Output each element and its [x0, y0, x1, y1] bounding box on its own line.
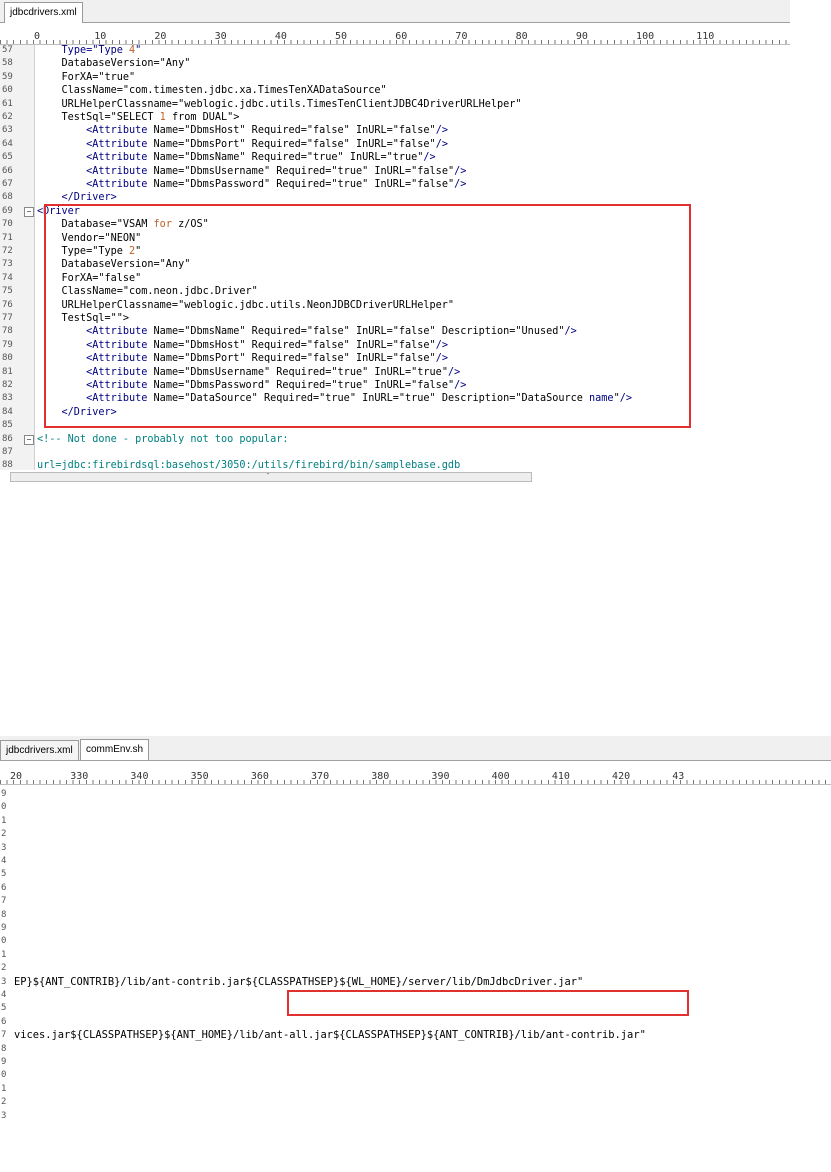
code-token: from DUAL"> [165, 112, 240, 123]
highlight-box-classpath [287, 990, 689, 1016]
line-number: 57 [2, 45, 13, 55]
code-line: url=jdbc:firebirdsql:basehost/3050:/util… [37, 459, 460, 470]
line-number: 66 [2, 165, 13, 176]
code-token: <Attribute [37, 152, 154, 164]
line-number: 84 [2, 406, 13, 417]
fold-toggle-icon[interactable]: − [24, 434, 34, 445]
code-line: <Attribute Name="DbmsPort" Required="fal… [37, 138, 448, 151]
highlight-box-driver [44, 204, 691, 428]
line-number: 81 [2, 366, 13, 377]
line-number: 82 [2, 380, 13, 390]
code-token: ForXA="true" [37, 71, 136, 83]
code-token: TestSql="SELECT [37, 112, 160, 123]
line-number: 60 [2, 85, 13, 96]
code-editor[interactable]: EP}${ANT_CONTRIB}/lib/ant-contrib.jar${C… [14, 788, 831, 1172]
code-line: ForXA="true" [37, 71, 136, 84]
line-number: 85 [2, 420, 13, 431]
code-token: Name="DbmsPassword" Required="true" InUR… [153, 179, 455, 190]
code-token: Name="DbmsUsername" Required="true" InUR… [153, 165, 455, 177]
line-number: 71 [2, 232, 13, 243]
code-line: <Attribute Name="DbmsUsername" Required=… [37, 165, 466, 178]
code-token: /> [454, 165, 467, 177]
tab-jdbcdrivers-xml[interactable]: jdbcdrivers.xml [0, 740, 79, 760]
line-number: 58 [2, 58, 13, 69]
code-token: <!-- Not done - probably not too popular… [37, 433, 289, 445]
line-number: 73 [2, 259, 13, 270]
code-token: <Attribute [37, 138, 154, 150]
code-line: <!-- Not done - probably not too popular… [37, 433, 288, 446]
scrollbar-grip-icon[interactable]: ″ [266, 473, 270, 480]
line-number: 72 [2, 246, 13, 256]
line-number: 87 [2, 447, 13, 457]
line-number: 83 [2, 393, 13, 404]
column-ruler: 20 330 340 350 360 370 380 390 400 410 4… [0, 772, 831, 785]
line-number: 74 [2, 272, 13, 283]
code-token: URLHelperClassname="weblogic.jdbc.utils.… [37, 98, 522, 110]
tab-bar: jdbcdrivers.xml commEnv.sh [0, 736, 831, 761]
code-token: </Driver> [37, 192, 117, 204]
line-number: 65 [2, 152, 13, 163]
line-number: 69 [2, 205, 13, 216]
tab-jdbcdrivers-xml[interactable]: jdbcdrivers.xml [4, 2, 83, 23]
code-token: /> [435, 125, 448, 137]
code-line: Type="Type 4" [37, 44, 142, 57]
line-number: 68 [2, 192, 13, 203]
code-line: ClassName="com.timesten.jdbc.xa.TimesTen… [37, 84, 387, 97]
ruler-ticks [0, 780, 831, 784]
code-token: Name="DbmsPort" Required="false" InURL="… [153, 138, 436, 150]
code-token: Name="DbmsHost" Required="false" InURL="… [153, 125, 436, 137]
code-token: <Attribute [37, 125, 154, 137]
code-token: ClassName="com.timesten.jdbc.xa.TimesTen… [37, 85, 387, 97]
code-token: "Type [92, 45, 130, 56]
code-token: /> [454, 179, 467, 190]
code-line: EP}${ANT_CONTRIB}/lib/ant-contrib.jar${C… [14, 975, 584, 988]
code-line: URLHelperClassname="weblogic.jdbc.utils.… [37, 98, 522, 111]
code-line: <Attribute Name="DbmsName" Required="tru… [37, 151, 436, 164]
line-number: 86 [2, 433, 13, 444]
line-number: 88 [2, 460, 13, 470]
tab-bar: jdbcdrivers.xml [0, 0, 790, 23]
tab-commenv-sh[interactable]: commEnv.sh [80, 739, 150, 760]
code-token: Name="DbmsName" Required="true" InURL="t… [153, 152, 424, 164]
line-number: 62 [2, 112, 13, 122]
line-number: 75 [2, 286, 13, 297]
code-token: url=jdbc:firebirdsql:basehost/3050:/util… [37, 460, 461, 470]
line-number: 67 [2, 179, 13, 189]
line-number: 77 [2, 313, 13, 323]
code-line: DatabaseVersion="Any" [37, 57, 191, 70]
fold-toggle-icon[interactable]: − [24, 206, 34, 217]
code-line: </Driver> [37, 191, 117, 204]
editor-window-jdbcdrivers: jdbcdrivers.xml 0 10 20 30 40 50 60 70 8… [0, 0, 790, 482]
line-number: 78 [2, 326, 13, 337]
editor-window-commenv: jdbcdrivers.xml commEnv.sh 20 330 340 35… [0, 736, 831, 1172]
line-number: 64 [2, 138, 13, 149]
line-number: 59 [2, 71, 13, 82]
line-number: 61 [2, 98, 13, 109]
horizontal-scrollbar[interactable]: ″ [10, 472, 532, 482]
code-token: " [135, 45, 142, 56]
code-line: vices.jar${CLASSPATHSEP}${ANT_HOME}/lib/… [14, 1029, 646, 1042]
line-number: 70 [2, 219, 13, 230]
code-line: <Attribute Name="DbmsHost" Required="fal… [37, 124, 448, 137]
code-token: Type= [61, 45, 93, 56]
code-token: <Attribute [37, 165, 154, 177]
line-number: 76 [2, 299, 13, 310]
code-token: <Attribute [37, 179, 154, 190]
line-number: 80 [2, 353, 13, 364]
line-number: 63 [2, 125, 13, 136]
line-number: 79 [2, 339, 13, 350]
code-token: /> [435, 138, 448, 150]
code-token: DatabaseVersion="Any" [37, 58, 191, 70]
code-token: /> [423, 152, 436, 164]
code-line: TestSql="SELECT 1 from DUAL"> [37, 111, 240, 124]
code-line: <Attribute Name="DbmsPassword" Required=… [37, 178, 466, 191]
